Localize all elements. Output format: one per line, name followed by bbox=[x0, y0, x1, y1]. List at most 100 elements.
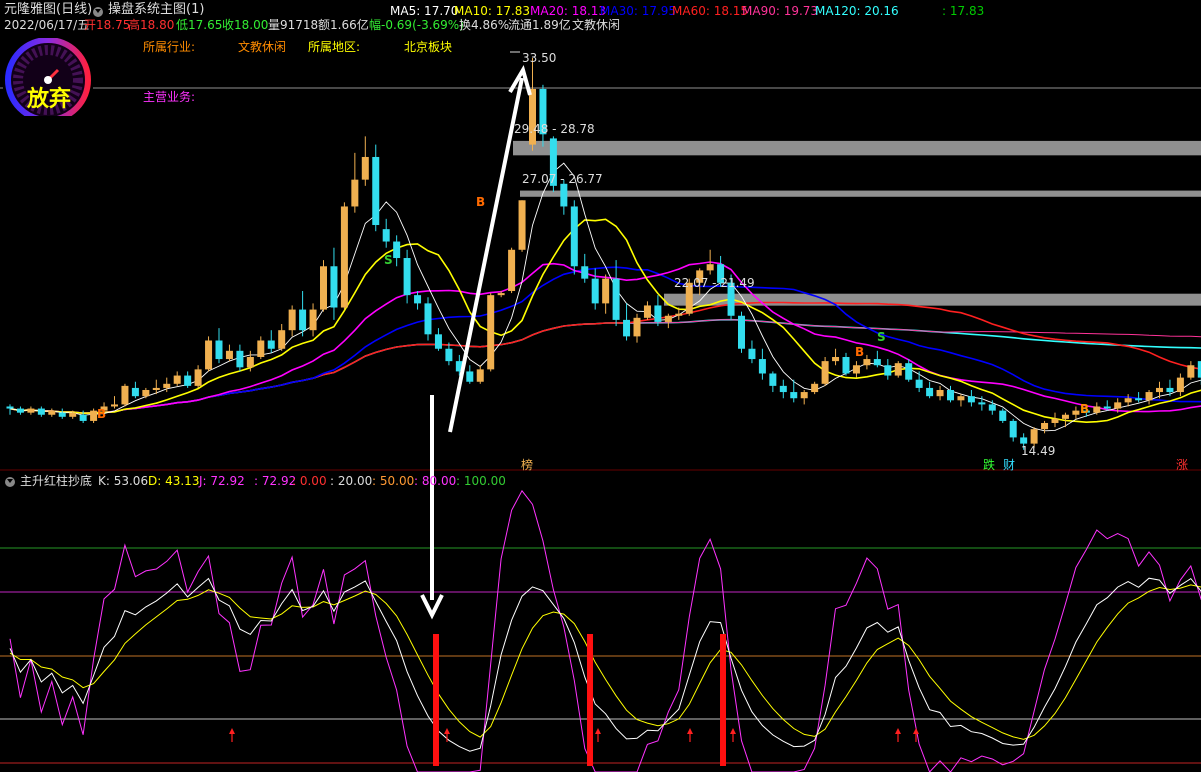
candle-body bbox=[1051, 418, 1059, 423]
candle-body bbox=[205, 340, 213, 370]
candle-body bbox=[654, 305, 662, 322]
ma60-line bbox=[9, 301, 1201, 415]
candle-body bbox=[330, 266, 338, 308]
candle-body bbox=[706, 264, 714, 271]
candle-body bbox=[738, 315, 745, 349]
ma20-label: MA20: 18.13 bbox=[530, 4, 607, 18]
candle-body bbox=[748, 348, 756, 360]
candle-body bbox=[664, 315, 672, 322]
volume-label: 量 bbox=[268, 18, 281, 32]
candle-body bbox=[393, 241, 401, 259]
candle-body bbox=[936, 389, 944, 397]
quote-date: 2022/06/17/五 bbox=[4, 18, 90, 32]
red-arrow-icon bbox=[229, 728, 235, 742]
candle-body bbox=[790, 392, 798, 399]
candle-body bbox=[915, 379, 923, 388]
candle-body bbox=[236, 350, 244, 368]
candle-body bbox=[894, 363, 902, 376]
level-0: : 0.00 bbox=[292, 474, 327, 488]
ma-extra-label: : 17.83 bbox=[942, 4, 985, 18]
resistance-zone bbox=[513, 140, 1201, 156]
candle-body bbox=[163, 383, 171, 388]
candle-body bbox=[591, 278, 599, 304]
chevron-down-icon[interactable] bbox=[5, 477, 15, 487]
app-title: 元隆雅图(日线) bbox=[4, 2, 93, 17]
candle-body bbox=[508, 249, 516, 292]
volume-value: 91718 bbox=[280, 18, 319, 32]
d-value: D: 43.13 bbox=[148, 474, 200, 488]
candle-body bbox=[340, 206, 348, 308]
candle-body bbox=[152, 387, 160, 390]
candle-body bbox=[873, 359, 881, 366]
business-label: 主营业务: bbox=[143, 90, 196, 104]
ma5-label: MA5: 17.70 bbox=[390, 4, 459, 18]
indicator-panel bbox=[0, 489, 1201, 772]
candle-body bbox=[58, 412, 66, 417]
high-price-label: 33.50 bbox=[522, 51, 557, 65]
zone1-label: 29.48 - 28.78 bbox=[514, 122, 595, 136]
turnover-value: 4.86% bbox=[471, 18, 510, 32]
candle-body bbox=[246, 357, 254, 368]
low-value: 17.65 bbox=[188, 18, 223, 32]
low-label: 低 bbox=[176, 18, 189, 32]
candle-body bbox=[299, 309, 307, 331]
candle-body bbox=[372, 156, 380, 226]
candle-body bbox=[351, 179, 359, 207]
resistance-zone bbox=[520, 190, 1201, 197]
candle-body bbox=[779, 385, 787, 393]
candle-body bbox=[1030, 429, 1038, 444]
level-100: : 100.00 bbox=[456, 474, 506, 488]
candle-body bbox=[225, 350, 233, 360]
candle-body bbox=[1166, 387, 1174, 393]
candle-body bbox=[288, 309, 296, 331]
candle-body bbox=[967, 396, 975, 403]
zone3-label: 22.07 - 21.49 bbox=[674, 276, 755, 290]
float-label: 流通 bbox=[508, 18, 533, 32]
j2-value: : 72.92 bbox=[254, 474, 297, 488]
candle-body bbox=[602, 278, 610, 304]
candle-body bbox=[1156, 387, 1163, 393]
buy-signal: B bbox=[97, 407, 107, 421]
candle-body bbox=[382, 229, 390, 242]
amount-label: 额 bbox=[318, 18, 331, 32]
candle-body bbox=[424, 303, 432, 335]
k-value: K: 53.06 bbox=[98, 474, 149, 488]
ma10-line bbox=[9, 218, 1201, 424]
candle-body bbox=[643, 305, 651, 318]
level-50: : 50.00 bbox=[372, 474, 415, 488]
j-value: J: 72.92 bbox=[199, 474, 245, 488]
candle-body bbox=[173, 375, 181, 384]
candle-body bbox=[403, 258, 411, 296]
indicator-name[interactable]: 主升红柱抄底 bbox=[20, 474, 92, 488]
candle-body bbox=[1135, 398, 1143, 401]
red-arrow-icon bbox=[730, 728, 736, 742]
d-line bbox=[9, 584, 1201, 740]
candle-body bbox=[111, 404, 118, 407]
candle-body bbox=[16, 408, 24, 413]
candle-body bbox=[184, 375, 192, 386]
buy-signal: B bbox=[855, 345, 865, 359]
candle-body bbox=[518, 200, 526, 250]
gauge-text: 放弃 bbox=[27, 87, 72, 112]
candle-body bbox=[1072, 410, 1080, 415]
chevron-down-icon[interactable] bbox=[93, 7, 103, 17]
candle-body bbox=[309, 309, 317, 331]
candle-body bbox=[560, 183, 568, 207]
candle-body bbox=[811, 383, 819, 393]
float-value: 1.89亿 bbox=[532, 18, 571, 32]
candle-body bbox=[612, 278, 620, 320]
high-value: 18.80 bbox=[140, 18, 175, 32]
sentiment-gauge: 放弃 bbox=[3, 37, 93, 123]
price-chart[interactable] bbox=[0, 0, 1201, 772]
candle-body bbox=[1124, 398, 1132, 403]
change-label: 幅 bbox=[369, 18, 382, 32]
candle-body bbox=[905, 363, 913, 380]
candle-body bbox=[1187, 365, 1195, 378]
close-label: 收 bbox=[222, 18, 235, 32]
menu-label[interactable]: 操盘系统主图(1) bbox=[108, 3, 204, 17]
candle-body bbox=[194, 369, 202, 386]
candle-body bbox=[758, 359, 766, 374]
candle-body bbox=[623, 319, 631, 337]
red-signal-bar bbox=[587, 634, 593, 766]
industry-label: 所属行业: bbox=[143, 40, 196, 54]
